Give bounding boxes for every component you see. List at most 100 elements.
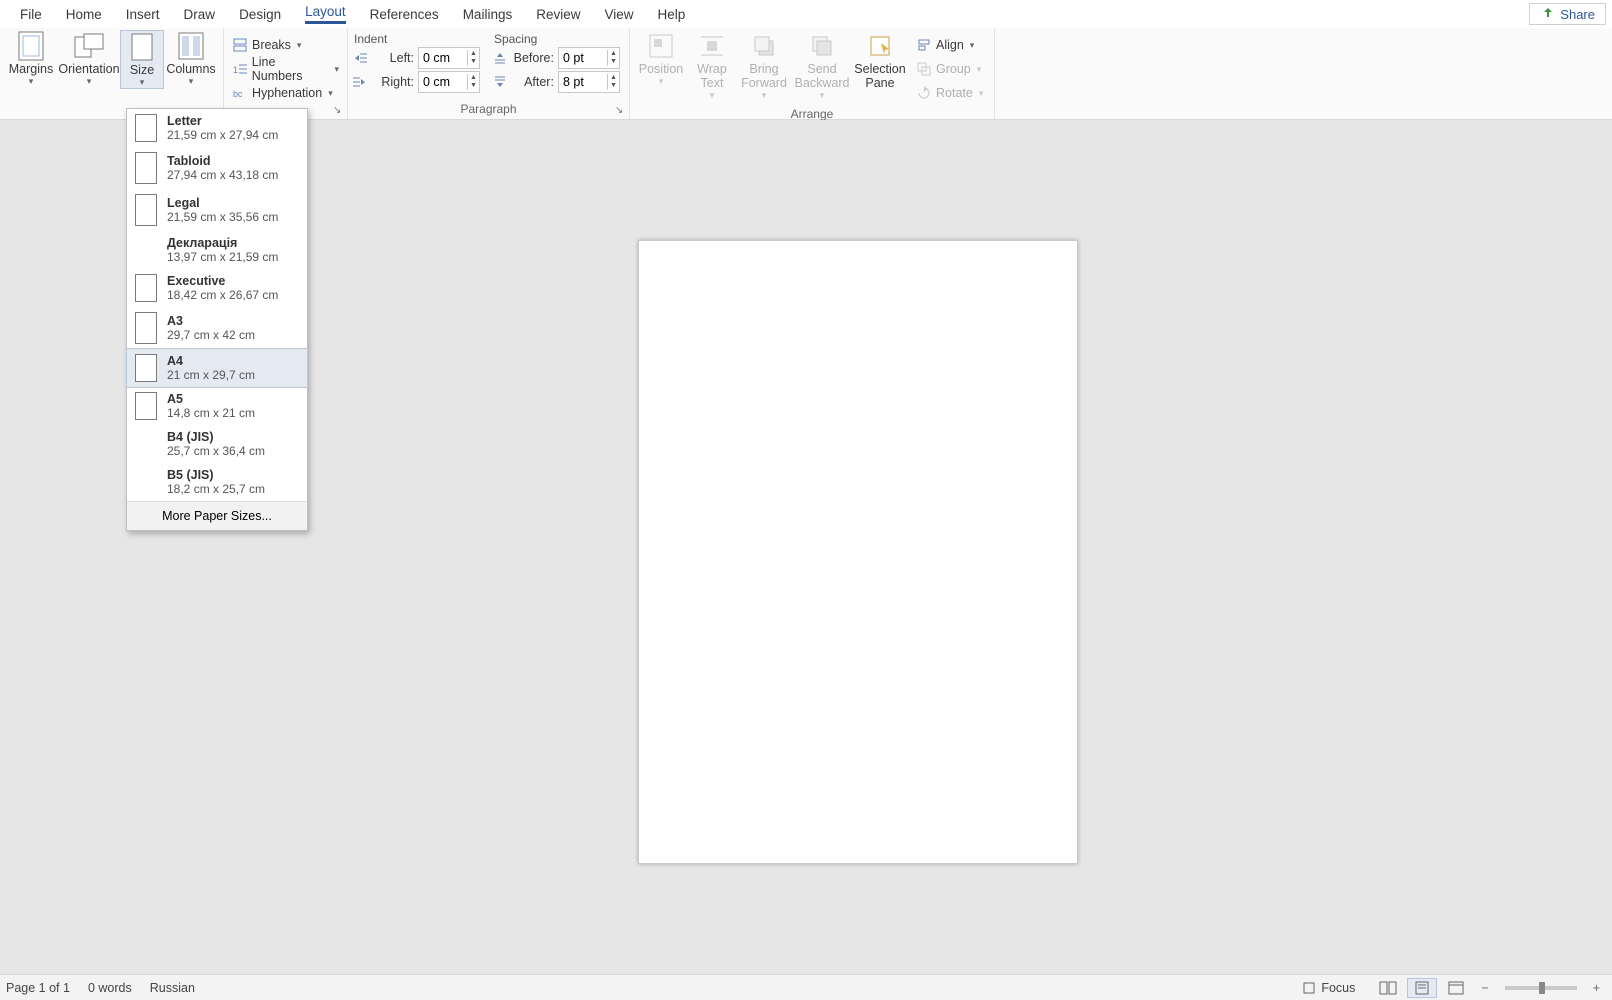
bring-forward-button: Bring Forward ▾: [736, 30, 792, 101]
spin-down-icon[interactable]: ▼: [468, 82, 479, 90]
margins-button[interactable]: Margins ▾: [4, 30, 58, 87]
tab-layout[interactable]: Layout: [293, 0, 358, 28]
send-backward-label: Send Backward: [792, 62, 852, 90]
group-icon: [916, 61, 932, 77]
page-preview[interactable]: [638, 240, 1078, 864]
size-name: A3: [167, 314, 255, 328]
line-numbers-icon: 1: [232, 61, 248, 77]
orientation-icon: [73, 32, 105, 60]
status-word-count[interactable]: 0 words: [88, 981, 132, 995]
size-name: A5: [167, 392, 255, 406]
spin-up-icon[interactable]: ▲: [468, 74, 479, 82]
size-icon: [126, 33, 158, 61]
size-dim: 14,8 cm x 21 cm: [167, 406, 255, 420]
tab-review[interactable]: Review: [524, 3, 592, 26]
size-option-a3[interactable]: A329,7 cm x 42 cm: [127, 307, 307, 349]
breaks-button[interactable]: Breaks ▾: [228, 34, 343, 56]
size-button[interactable]: Size ▾: [120, 30, 164, 89]
status-bar: Page 1 of 1 0 words Russian Focus − +: [0, 974, 1612, 1000]
position-button: Position ▾: [634, 30, 688, 87]
paragraph-group-label: Paragraph: [348, 101, 629, 119]
selection-pane-button[interactable]: Selection Pane: [852, 30, 908, 90]
align-icon: [916, 37, 932, 53]
indent-left-spinner[interactable]: ▲▼: [418, 47, 480, 69]
rotate-label: Rotate: [936, 86, 973, 100]
size-option-legal[interactable]: Legal21,59 cm x 35,56 cm: [127, 189, 307, 231]
chevron-down-icon: ▾: [140, 77, 145, 88]
indent-right-input[interactable]: [419, 75, 467, 89]
tab-help[interactable]: Help: [646, 3, 698, 26]
size-option-b4-jis[interactable]: B4 (JIS)25,7 cm x 36,4 cm: [127, 425, 307, 463]
spin-down-icon[interactable]: ▼: [468, 58, 479, 66]
size-dim: 25,7 cm x 36,4 cm: [167, 444, 265, 458]
focus-mode-button[interactable]: Focus: [1321, 981, 1355, 995]
selection-pane-label: Selection Pane: [852, 62, 908, 90]
size-option-b5-jis[interactable]: B5 (JIS)18,2 cm x 25,7 cm: [127, 463, 307, 501]
page-icon: [135, 312, 157, 344]
send-backward-icon: [806, 32, 838, 60]
size-option-executive[interactable]: Executive18,42 cm x 26,67 cm: [127, 269, 307, 307]
zoom-thumb[interactable]: [1539, 982, 1545, 994]
indent-right-label: Right:: [372, 75, 414, 89]
read-mode-button[interactable]: [1373, 978, 1403, 998]
size-dim: 27,94 cm x 43,18 cm: [167, 168, 278, 182]
tab-view[interactable]: View: [592, 3, 645, 26]
chevron-down-icon: ▾: [762, 90, 767, 101]
indent-left-input[interactable]: [419, 51, 467, 65]
tab-design[interactable]: Design: [227, 3, 293, 26]
page-icon: [135, 392, 157, 420]
status-page[interactable]: Page 1 of 1: [6, 981, 70, 995]
spin-up-icon[interactable]: ▲: [608, 50, 619, 58]
spacing-before-spinner[interactable]: ▲▼: [558, 47, 620, 69]
wrap-text-label: Wrap Text: [688, 62, 736, 90]
tab-mailings[interactable]: Mailings: [451, 3, 525, 26]
line-numbers-button[interactable]: 1 Line Numbers ▾: [228, 58, 343, 80]
share-label: Share: [1560, 7, 1595, 22]
zoom-slider[interactable]: [1505, 986, 1577, 990]
align-label: Align: [936, 38, 964, 52]
indent-right-spinner[interactable]: ▲▼: [418, 71, 480, 93]
spin-up-icon[interactable]: ▲: [608, 74, 619, 82]
chevron-down-icon: ▾: [328, 88, 333, 99]
page-icon: [135, 354, 157, 382]
web-layout-button[interactable]: [1441, 978, 1471, 998]
size-option-a5[interactable]: A514,8 cm x 21 cm: [127, 387, 307, 425]
spacing-after-spinner[interactable]: ▲▼: [558, 71, 620, 93]
svg-text:1: 1: [233, 65, 238, 75]
tab-home[interactable]: Home: [54, 3, 114, 26]
ribbon: Margins ▾ Orientation ▾ Size ▾ Columns ▾: [0, 28, 1612, 120]
spacing-heading: Spacing: [492, 30, 620, 46]
group-button: Group ▾: [912, 58, 987, 80]
wrap-text-button: Wrap Text ▾: [688, 30, 736, 101]
columns-button[interactable]: Columns ▾: [164, 30, 218, 87]
size-dim: 21 cm x 29,7 cm: [167, 368, 255, 382]
tab-references[interactable]: References: [358, 3, 451, 26]
zoom-in-button[interactable]: +: [1587, 981, 1606, 995]
size-option-declaration[interactable]: Декларація13,97 cm x 21,59 cm: [127, 231, 307, 269]
share-button[interactable]: Share: [1529, 3, 1606, 25]
tab-file[interactable]: File: [8, 3, 54, 26]
tab-insert[interactable]: Insert: [114, 3, 172, 26]
tab-draw[interactable]: Draw: [172, 3, 228, 26]
page-setup-dialog-launcher[interactable]: ↘: [333, 105, 345, 117]
align-button[interactable]: Align ▾: [912, 34, 987, 56]
print-layout-button[interactable]: [1407, 978, 1437, 998]
orientation-button[interactable]: Orientation ▾: [58, 30, 120, 87]
size-option-letter[interactable]: Letter21,59 cm x 27,94 cm: [127, 109, 307, 147]
hyphenation-label: Hyphenation: [252, 86, 322, 100]
bring-forward-label: Bring Forward: [736, 62, 792, 90]
spacing-after-input[interactable]: [559, 75, 607, 89]
chevron-down-icon: ▾: [297, 40, 302, 51]
spin-down-icon[interactable]: ▼: [608, 58, 619, 66]
spin-down-icon[interactable]: ▼: [608, 82, 619, 90]
paragraph-dialog-launcher[interactable]: ↘: [615, 105, 627, 117]
status-language[interactable]: Russian: [150, 981, 195, 995]
zoom-out-button[interactable]: −: [1475, 981, 1494, 995]
size-option-a4[interactable]: A421 cm x 29,7 cm: [126, 348, 308, 388]
page-size-dropdown: Letter21,59 cm x 27,94 cm Tabloid27,94 c…: [126, 108, 308, 531]
more-paper-sizes-button[interactable]: More Paper Sizes...: [127, 501, 307, 530]
hyphenation-button[interactable]: bc Hyphenation ▾: [228, 82, 343, 104]
spin-up-icon[interactable]: ▲: [468, 50, 479, 58]
spacing-before-input[interactable]: [559, 51, 607, 65]
size-option-tabloid[interactable]: Tabloid27,94 cm x 43,18 cm: [127, 147, 307, 189]
